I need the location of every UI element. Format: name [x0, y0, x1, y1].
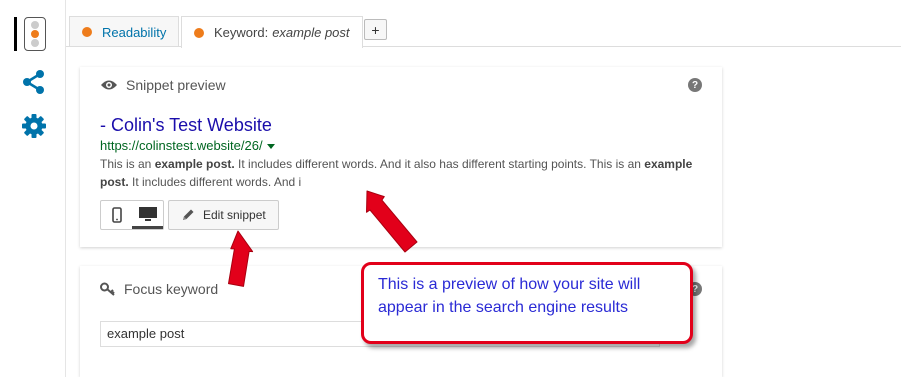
tab-label: Keyword:: [214, 25, 269, 40]
device-toggle: [100, 200, 164, 230]
traffic-light-icon[interactable]: [24, 17, 46, 51]
status-dot-icon: [194, 27, 204, 38]
help-icon[interactable]: ?: [688, 78, 702, 92]
tab-bar: Readability Keyword: example post +: [66, 0, 901, 48]
snippet-panel: Snippet preview ? - Colin's Test Website…: [80, 67, 722, 247]
edit-snippet-button[interactable]: Edit snippet: [168, 200, 279, 230]
snippet-header[interactable]: Snippet preview: [80, 67, 722, 103]
eye-icon: [101, 80, 117, 90]
key-icon: [100, 282, 115, 296]
tab-label: Readability: [102, 24, 167, 40]
tab-keyword[interactable]: Keyword: example post: [181, 16, 363, 48]
sidebar: [0, 0, 66, 377]
mobile-preview-button[interactable]: [101, 201, 132, 229]
active-indicator: [14, 17, 17, 51]
pencil-icon: [183, 209, 194, 220]
focus-keyword-label: Focus keyword: [124, 281, 219, 297]
serp-description: This is an example post. It includes dif…: [100, 157, 693, 189]
gear-icon[interactable]: [14, 106, 54, 146]
caret-down-icon: [266, 144, 275, 150]
desktop-preview-button[interactable]: [132, 201, 163, 229]
status-dot-icon: [82, 27, 92, 37]
snippet-header-label: Snippet preview: [126, 77, 226, 93]
mobile-icon: [111, 207, 122, 223]
annotation-callout: This is a preview of how your site will …: [361, 262, 693, 344]
share-icon[interactable]: [14, 62, 54, 102]
serp-title-link[interactable]: - Colin's Test Website: [100, 115, 272, 136]
desktop-icon: [138, 206, 157, 221]
serp-url: https://colinstest.website/26/: [100, 138, 275, 153]
tab-readability[interactable]: Readability: [69, 16, 180, 47]
tab-keyword-value: example post: [272, 25, 350, 40]
edit-snippet-label: Edit snippet: [203, 208, 266, 222]
add-keyword-button[interactable]: +: [364, 19, 387, 40]
